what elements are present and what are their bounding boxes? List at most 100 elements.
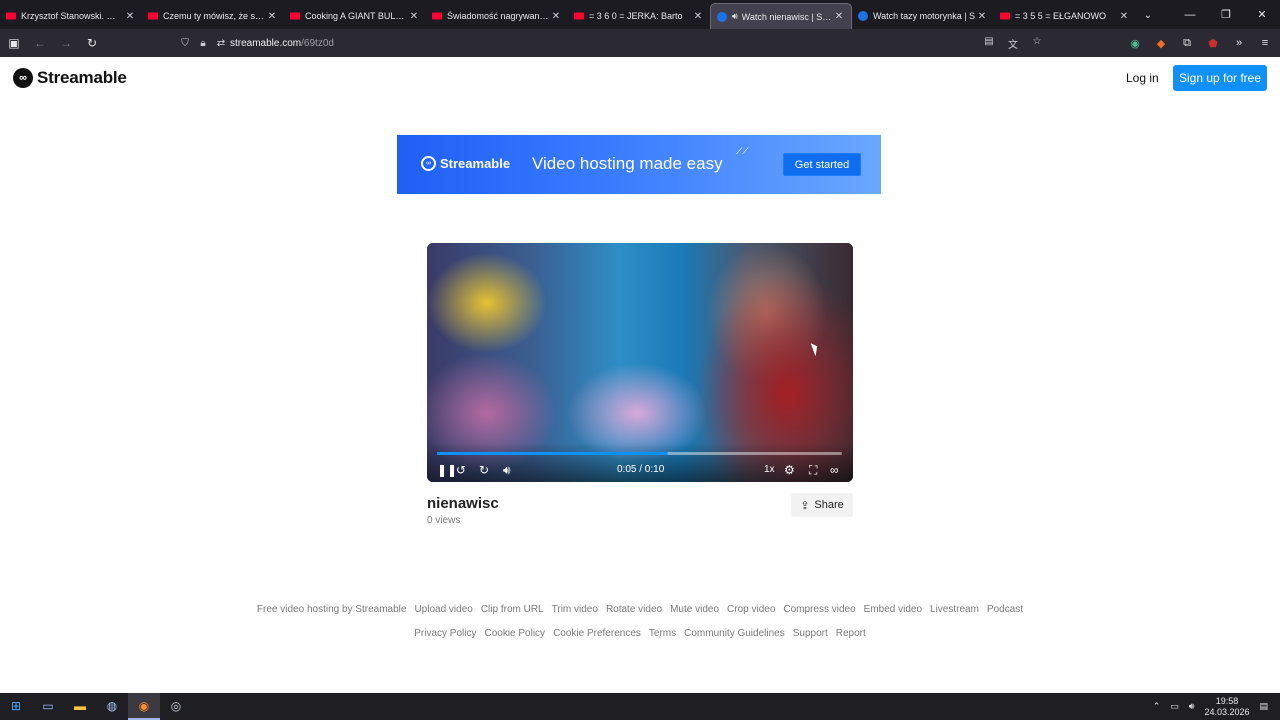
footer-link[interactable]: Livestream xyxy=(930,604,979,615)
footer-link[interactable]: Cookie Preferences xyxy=(553,628,641,639)
ad-banner[interactable]: ∞ Streamable Video hosting made easy ⟋⟋ … xyxy=(397,135,881,194)
signup-button[interactable]: Sign up for free xyxy=(1173,65,1267,91)
tab-close-icon[interactable]: ✕ xyxy=(976,11,988,22)
browser-tab[interactable]: Świadomość nagrywania (Gir✕ xyxy=(426,3,568,29)
footer-link[interactable]: Compress video xyxy=(783,604,855,615)
browser-tab[interactable]: 🔊︎Watch nienawisc | Stream✕ xyxy=(710,3,852,29)
clock-date: 24.03.2026 xyxy=(1204,706,1250,717)
footer-link[interactable]: Rotate video xyxy=(606,604,662,615)
progress-bar[interactable] xyxy=(437,452,842,455)
video-player[interactable]: ❚❚ ↺ ↻ 🔊︎ 0:05 / 0:10 1x ⚙ ⛶ ∞ xyxy=(427,243,853,482)
footer-link[interactable]: Terms xyxy=(649,628,676,639)
streamable-logo-icon: ∞ xyxy=(13,68,33,88)
footer-link[interactable]: Upload video xyxy=(414,604,472,615)
tab-close-icon[interactable]: ✕ xyxy=(550,11,562,22)
share-button[interactable]: ⇪ Share xyxy=(791,493,853,517)
streamable-watermark-icon[interactable]: ∞ xyxy=(830,462,839,478)
streamable-icon xyxy=(717,11,727,22)
share-label: Share xyxy=(814,499,844,511)
browser-tab[interactable]: Czemu ty mówisz, że się na c✕ xyxy=(142,3,284,29)
footer-link[interactable]: Mute video xyxy=(670,604,719,615)
footer-links-primary: Free video hosting by Streamable Upload v… xyxy=(0,604,1280,615)
reader-view-icon[interactable]: ▤ xyxy=(980,36,998,51)
tab-close-icon[interactable]: ✕ xyxy=(833,11,845,22)
tab-close-icon[interactable]: ✕ xyxy=(266,11,278,22)
page-info-icon[interactable]: ⇄ xyxy=(212,38,230,49)
tab-close-icon[interactable]: ✕ xyxy=(124,11,136,22)
footer-link[interactable]: Free video hosting by Streamable xyxy=(257,604,407,615)
hamburger-menu-icon[interactable]: ≡ xyxy=(1256,37,1274,49)
tab-close-icon[interactable]: ✕ xyxy=(692,11,704,22)
footer-link[interactable]: Clip from URL xyxy=(481,604,544,615)
banner-logo: ∞ Streamable xyxy=(421,156,510,171)
windows-taskbar: ⊞ ▭ ▬ ◍ ◉ ◎ ⌃ ▭ 🔊︎ 19:58 24.03.2026 ▤ xyxy=(0,693,1280,720)
sparkle-icon: ⟋⟋ xyxy=(736,146,749,156)
footer-link[interactable]: Community Guidelines xyxy=(684,628,785,639)
footer-link[interactable]: Cookie Policy xyxy=(484,628,545,639)
minimize-icon[interactable]: — xyxy=(1172,9,1208,21)
translate-icon[interactable]: 文 xyxy=(1004,36,1022,51)
browser-tab[interactable]: = 3 5 5 = EŁGANOWO ✕ xyxy=(994,3,1136,29)
footer-link[interactable]: Embed video xyxy=(864,604,922,615)
browser-tab[interactable]: = 3 6 0 = JERKA: Barto ✕ xyxy=(568,3,710,29)
forward-icon[interactable]: → xyxy=(54,36,78,50)
pause-icon[interactable]: ❚❚ xyxy=(437,462,457,478)
speed-button[interactable]: 1x xyxy=(764,462,775,478)
browser-tab[interactable]: Krzysztof Stanowski. W jakiej✕ xyxy=(0,3,142,29)
tab-title: Czemu ty mówisz, że się na c xyxy=(163,11,266,21)
forward-skip-icon[interactable]: ↻ xyxy=(479,462,489,478)
view-count: 0 views xyxy=(427,515,461,526)
fullscreen-icon[interactable]: ⛶ xyxy=(809,462,817,478)
youtube-icon xyxy=(574,12,584,20)
login-link[interactable]: Log in xyxy=(1126,70,1159,86)
tray-chevron-icon[interactable]: ⌃ xyxy=(1153,701,1161,712)
volume-tray-icon[interactable]: 🔊︎ xyxy=(1189,701,1195,712)
notifications-icon[interactable]: ▤ xyxy=(1259,701,1268,712)
steam-icon[interactable]: ◍ xyxy=(96,693,128,720)
browser-tab[interactable]: Watch tazy motorynka | S ✕ xyxy=(852,3,994,29)
video-title: nienawisc xyxy=(427,495,499,512)
lock-icon[interactable]: 🔒︎ xyxy=(194,38,212,49)
file-explorer-icon[interactable]: ▬ xyxy=(64,693,96,720)
restore-icon[interactable]: ❐ xyxy=(1208,8,1244,21)
overflow-menu-icon[interactable]: » xyxy=(1230,37,1248,49)
fox-extension-icon[interactable]: ◆ xyxy=(1152,37,1170,50)
get-started-button[interactable]: Get started xyxy=(783,153,861,176)
network-icon[interactable]: ▭ xyxy=(1170,701,1179,712)
streamable-logo[interactable]: ∞ Streamable xyxy=(13,68,127,88)
tab-audio-icon[interactable]: 🔊︎ xyxy=(732,11,738,22)
windows-start-icon[interactable]: ⊞ xyxy=(0,693,32,720)
ublock-extension-icon[interactable]: ⬟ xyxy=(1204,37,1222,50)
volume-icon[interactable]: 🔊︎ xyxy=(503,462,511,478)
remote-desktop-icon[interactable]: ▭ xyxy=(32,693,64,720)
tab-title: Watch tazy motorynka | S xyxy=(873,11,976,21)
banner-logo-icon: ∞ xyxy=(421,156,436,171)
browser-tab[interactable]: Cooking A GIANT BULL For A✕ xyxy=(284,3,426,29)
tab-close-icon[interactable]: ✕ xyxy=(1118,11,1130,22)
app-icon[interactable]: ◎ xyxy=(160,693,192,720)
address-bar[interactable]: ⛉ 🔒︎ ⇄ streamable.com/69tz0d ▤ 文 ☆ xyxy=(176,33,1046,53)
footer-link[interactable]: Trim video xyxy=(552,604,598,615)
footer-link[interactable]: Support xyxy=(793,628,828,639)
extensions-puzzle-icon[interactable]: ⧉ xyxy=(1178,37,1196,50)
tab-title: Watch nienawisc | Stream xyxy=(741,11,833,22)
rewind-icon[interactable]: ↺ xyxy=(456,462,466,478)
streamable-icon xyxy=(858,11,868,21)
firefox-icon[interactable]: ◉ xyxy=(128,693,160,720)
tracking-shield-icon[interactable]: ⛉ xyxy=(176,38,194,49)
footer-link[interactable]: Crop video xyxy=(727,604,775,615)
footer-link[interactable]: Podcast xyxy=(987,604,1023,615)
bookmark-star-icon[interactable]: ☆ xyxy=(1028,36,1046,51)
footer-link[interactable]: Report xyxy=(836,628,866,639)
close-window-icon[interactable]: ✕ xyxy=(1244,8,1280,21)
vpn-extension-icon[interactable]: ◉ xyxy=(1126,37,1144,50)
reload-icon[interactable]: ↻ xyxy=(80,36,104,50)
back-icon[interactable]: ← xyxy=(28,36,52,50)
settings-gear-icon[interactable]: ⚙ xyxy=(784,462,795,478)
tab-close-icon[interactable]: ✕ xyxy=(408,11,420,22)
window-controls: — ❐ ✕ xyxy=(1172,0,1280,29)
sidebar-toggle-icon[interactable]: ▣ xyxy=(2,36,26,50)
clock[interactable]: 19:58 24.03.2026 xyxy=(1204,696,1249,718)
footer-link[interactable]: Privacy Policy xyxy=(414,628,476,639)
list-all-tabs-icon[interactable]: ⌄ xyxy=(1136,3,1160,29)
